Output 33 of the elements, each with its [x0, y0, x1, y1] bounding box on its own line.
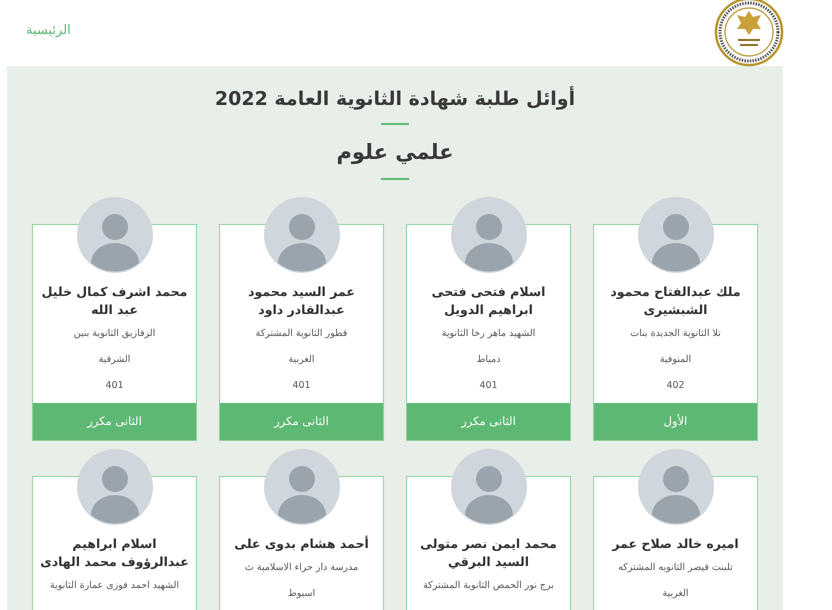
- score: 401: [105, 379, 124, 393]
- section-title: علمي علوم: [335, 139, 455, 166]
- governorate: دمياط: [476, 353, 500, 367]
- school-name: الزقازيق الثانوية بنين: [74, 327, 156, 341]
- student-name: اسلام ابراهيم عبدالرؤوف محمد الهادى: [39, 535, 190, 571]
- student-name: محمد اشرف كمال خليل عبد الله: [40, 283, 188, 319]
- school-name: الشهيد ماهر رخا الثانوية: [442, 327, 536, 341]
- school-name: مدرسة دار حراء الاسلامية ث: [244, 561, 358, 575]
- rank-bar: الأول: [594, 403, 757, 440]
- score: 401: [292, 379, 311, 393]
- governorate: الغربية: [662, 587, 688, 601]
- governorate: اسيوط: [288, 587, 316, 601]
- score: 402: [666, 379, 685, 393]
- school-name: قطور الثانوية المشتركة: [256, 327, 348, 341]
- school-name: تلبنت قيصر الثانويه المشتركه: [618, 561, 733, 575]
- student-name: اميره خالد صلاح عمر: [612, 535, 739, 553]
- home-link[interactable]: الرئيسية: [26, 23, 71, 38]
- student-name: اسلام فتحى فتحى ابراهيم الدويل: [430, 283, 546, 319]
- school-name: تلا الثانوية الجديدة بنات: [630, 327, 721, 341]
- student-name: محمد ايمن نصر متولى السيد البرقي: [419, 535, 558, 571]
- school-name: برج نور الحمص الثانوية المشتركة: [423, 579, 554, 593]
- page-title: أوائل طلبة شهادة الثانوية العامة 2022: [214, 86, 576, 112]
- student-name: عمر السيد محمود عبدالقادر داود: [247, 283, 356, 319]
- governorate: المنوفية: [660, 353, 692, 367]
- rank-bar: الثانى مكرر: [220, 403, 383, 440]
- score: 401: [479, 379, 498, 393]
- governorate: الغربية: [288, 353, 314, 367]
- student-name: أحمد هشام بدوى على: [234, 535, 369, 553]
- student-name: ملك عبدالفتاح محمود الشبشيرى: [609, 283, 742, 319]
- rank-bar: الثانى مكرر: [33, 403, 196, 440]
- governorate: الشرقية: [98, 353, 130, 367]
- rank-bar: الثانى مكرر: [407, 403, 570, 440]
- school-name: الشهيد احمد فوزى عمارة الثانوية: [50, 579, 179, 593]
